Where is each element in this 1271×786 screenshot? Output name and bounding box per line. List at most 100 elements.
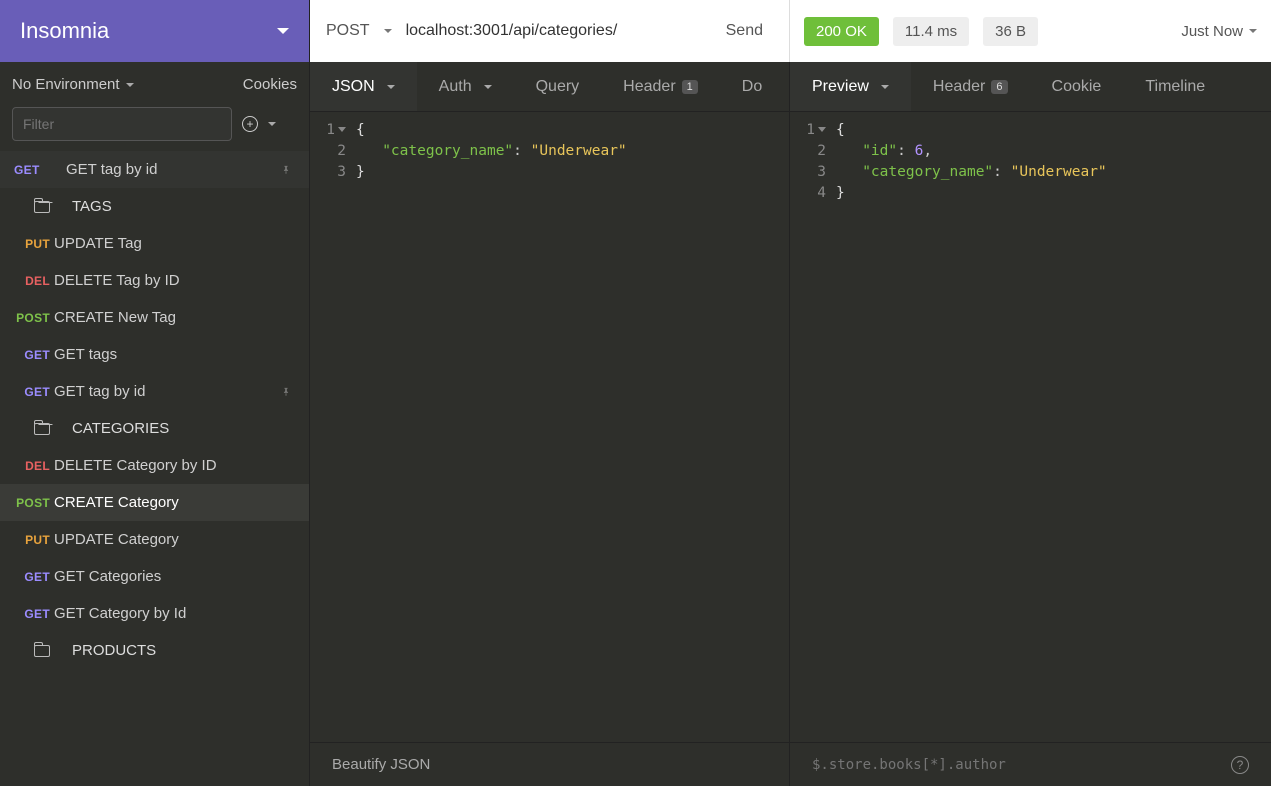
jsonpath-input[interactable]: [812, 757, 1231, 773]
tab-label: JSON: [332, 78, 375, 96]
request-label: UPDATE Tag: [54, 235, 142, 252]
sidebar-folder[interactable]: PRODUCTS: [0, 632, 309, 669]
chevron-down-icon: [268, 122, 276, 126]
method-badge: GET: [10, 348, 50, 362]
response-body-viewer: 1{ 2 "id": 6, 3 "category_name": "Underw…: [790, 112, 1271, 742]
chevron-down-icon: [384, 29, 392, 33]
request-label: GET Category by Id: [54, 605, 186, 622]
method-badge: POST: [10, 311, 50, 325]
request-label: GET tags: [54, 346, 117, 363]
tab-preview[interactable]: Preview: [790, 62, 911, 111]
request-label: GET tag by id: [54, 383, 145, 400]
folder-icon: [34, 645, 50, 657]
panes: 1{ 2 "category_name": "Underwear" 3} 1{ …: [310, 112, 1271, 742]
method-badge: PUT: [10, 533, 50, 547]
response-history-picker[interactable]: Just Now: [1181, 23, 1257, 40]
footer-left: Beautify JSON: [310, 743, 790, 786]
status-badges: 200 OK 11.4 ms 36 B: [804, 17, 1038, 46]
status-bar: 200 OK 11.4 ms 36 B Just Now: [790, 0, 1271, 62]
pin-icon: [281, 385, 291, 399]
sidebar-request[interactable]: GET GET Category by Id: [0, 595, 309, 632]
sidebar-request[interactable]: DEL DELETE Category by ID: [0, 447, 309, 484]
tab-docs[interactable]: Do: [720, 62, 784, 111]
request-label: CREATE Category: [54, 494, 179, 511]
request-pane: 1{ 2 "category_name": "Underwear" 3}: [310, 112, 790, 742]
method-badge: GET: [10, 570, 50, 584]
header-count-badge: 1: [682, 80, 698, 94]
plus-icon: +: [242, 116, 258, 132]
sidebar-folder[interactable]: TAGS: [0, 188, 309, 225]
cookies-button[interactable]: Cookies: [243, 76, 297, 93]
response-when: Just Now: [1181, 23, 1243, 40]
method-badge: GET: [10, 385, 50, 399]
chevron-down-icon: [484, 85, 492, 89]
tab-resp-header[interactable]: Header 6: [911, 62, 1030, 111]
chevron-down-icon: [277, 28, 289, 34]
beautify-button[interactable]: Beautify JSON: [332, 756, 430, 773]
workspace-switcher[interactable]: Insomnia: [0, 0, 309, 62]
request-tabs: JSON Auth Query Header 1 Do: [310, 62, 790, 111]
sidebar-request[interactable]: GETGET tag by id: [0, 151, 309, 188]
sidebar-request[interactable]: POST CREATE New Tag: [0, 299, 309, 336]
sidebar-request[interactable]: GET GET tags: [0, 336, 309, 373]
url-input[interactable]: [406, 22, 702, 40]
tab-label: Header: [933, 78, 985, 96]
tab-timeline[interactable]: Timeline: [1123, 62, 1227, 111]
method-badge: GET: [10, 607, 50, 621]
help-icon[interactable]: ?: [1231, 756, 1249, 774]
method-select[interactable]: POST: [326, 22, 392, 40]
tab-header[interactable]: Header 1: [601, 62, 720, 111]
request-label: DELETE Category by ID: [54, 457, 217, 474]
method-label: POST: [326, 22, 370, 40]
status-code-badge: 200 OK: [804, 17, 879, 46]
chevron-down-icon: [881, 85, 889, 89]
new-request-button[interactable]: +: [242, 116, 276, 132]
request-body-editor[interactable]: 1{ 2 "category_name": "Underwear" 3}: [310, 112, 789, 742]
sidebar: Insomnia No Environment Cookies + GETGET…: [0, 0, 310, 786]
request-list: GETGET tag by idTAGSPUTUPDATE TagDELDELE…: [0, 151, 309, 786]
sidebar-request[interactable]: PUT UPDATE Category: [0, 521, 309, 558]
method-badge: DEL: [10, 274, 50, 288]
environment-picker[interactable]: No Environment: [12, 76, 134, 93]
response-time-badge: 11.4 ms: [893, 17, 969, 46]
tab-query[interactable]: Query: [514, 62, 602, 111]
folder-label: TAGS: [72, 198, 112, 215]
tab-label: Header: [623, 78, 675, 96]
environment-row: No Environment Cookies: [0, 62, 309, 107]
tab-body[interactable]: JSON: [310, 62, 417, 111]
sidebar-request[interactable]: GET GET tag by id: [0, 373, 309, 410]
filter-row: +: [0, 107, 309, 151]
request-label: UPDATE Category: [54, 531, 179, 548]
method-badge: POST: [10, 496, 50, 510]
method-badge: GET: [14, 163, 54, 177]
url-bar: POST Send: [310, 0, 790, 62]
footer-right: ?: [790, 743, 1271, 786]
filter-input[interactable]: [12, 107, 232, 141]
folder-label: CATEGORIES: [72, 420, 169, 437]
request-label: DELETE Tag by ID: [54, 272, 180, 289]
folder-icon: [34, 201, 50, 213]
resp-header-count-badge: 6: [991, 80, 1007, 94]
environment-label: No Environment: [12, 76, 120, 93]
tab-label: Preview: [812, 78, 869, 96]
main-area: POST Send 200 OK 11.4 ms 36 B Just Now: [310, 0, 1271, 786]
top-row: POST Send 200 OK 11.4 ms 36 B Just Now: [310, 0, 1271, 62]
app-root: Insomnia No Environment Cookies + GETGET…: [0, 0, 1271, 786]
footer: Beautify JSON ?: [310, 742, 1271, 786]
sidebar-folder[interactable]: CATEGORIES: [0, 410, 309, 447]
chevron-down-icon: [126, 83, 134, 87]
chevron-down-icon: [387, 85, 395, 89]
tab-auth[interactable]: Auth: [417, 62, 514, 111]
sidebar-request[interactable]: DEL DELETE Tag by ID: [0, 262, 309, 299]
request-label: CREATE New Tag: [54, 309, 176, 326]
method-badge: DEL: [10, 459, 50, 473]
chevron-down-icon: [1249, 29, 1257, 33]
tab-cookie[interactable]: Cookie: [1030, 62, 1124, 111]
response-pane: 1{ 2 "id": 6, 3 "category_name": "Underw…: [790, 112, 1271, 742]
sidebar-request[interactable]: POST CREATE Category: [0, 484, 309, 521]
send-button[interactable]: Send: [716, 16, 773, 46]
response-size-badge: 36 B: [983, 17, 1038, 46]
sidebar-request[interactable]: GETGET Categories: [0, 558, 309, 595]
folder-icon: [34, 423, 50, 435]
sidebar-request[interactable]: PUTUPDATE Tag: [0, 225, 309, 262]
